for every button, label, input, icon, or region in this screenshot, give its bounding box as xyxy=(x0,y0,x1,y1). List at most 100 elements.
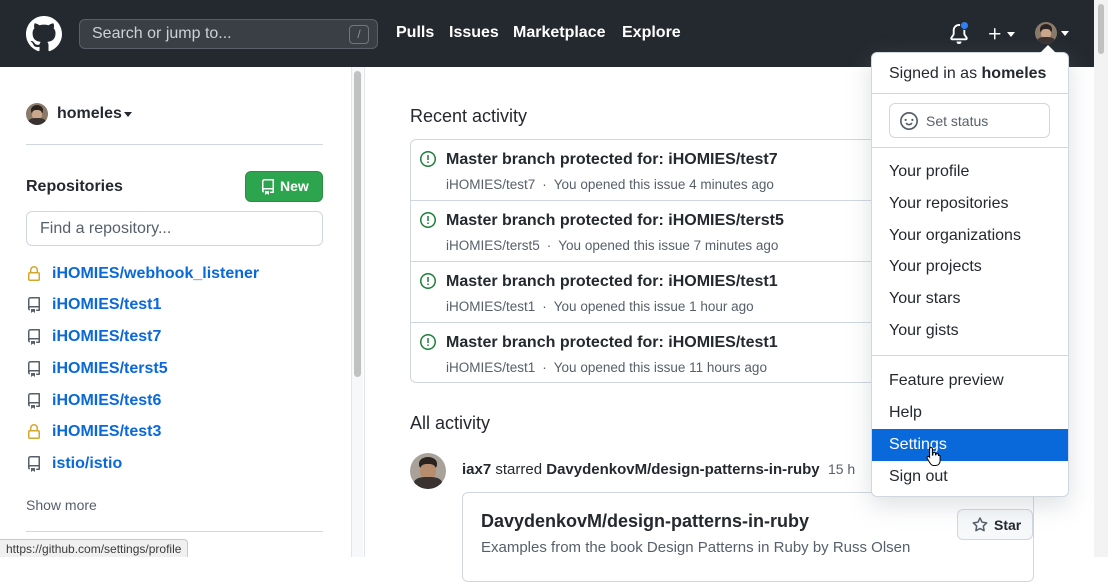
menu-item-label: Your organizations xyxy=(889,227,1021,244)
show-more-link[interactable]: Show more xyxy=(26,497,97,513)
activity-title[interactable]: Master branch protected for: iHOMIES/tes… xyxy=(446,273,778,291)
chevron-down-icon xyxy=(1061,31,1069,36)
menu-item-your-repositories[interactable]: Your repositories xyxy=(872,188,1068,220)
activity-time: You opened this issue 1 hour ago xyxy=(553,299,754,314)
activity-title[interactable]: Master branch protected for: iHOMIES/ter… xyxy=(446,212,784,230)
scrollbar-thumb[interactable] xyxy=(1098,4,1104,54)
repo-link[interactable]: iHOMIES/webhook_listener xyxy=(52,265,259,283)
repo-link[interactable]: iHOMIES/test7 xyxy=(52,328,161,346)
dropdown-caret xyxy=(1040,45,1056,53)
issue-opened-icon xyxy=(420,273,436,289)
set-status-button[interactable]: Set status xyxy=(889,103,1050,138)
star-icon xyxy=(972,517,988,532)
menu-item-label: Your profile xyxy=(889,163,970,180)
menu-item-your-gists[interactable]: Your gists xyxy=(872,315,1068,347)
recent-activity-heading: Recent activity xyxy=(410,106,528,126)
star-button[interactable]: Star xyxy=(957,509,1033,540)
activity-time: You opened this issue 7 minutes ago xyxy=(558,238,779,253)
star-label: Star xyxy=(994,517,1022,533)
repo-link[interactable]: iHOMIES/test3 xyxy=(52,423,161,441)
list-item[interactable]: Master branch protected for: iHOMIES/ter… xyxy=(411,201,911,262)
repo-icon xyxy=(27,329,40,345)
repo-icon xyxy=(27,297,40,313)
repo-link[interactable]: iHOMIES/test1 xyxy=(52,296,161,314)
repo-card-title[interactable]: DavydenkovM/design-patterns-in-ruby xyxy=(481,511,809,532)
feed-action: starred xyxy=(495,461,543,478)
notifications-button[interactable] xyxy=(948,21,970,44)
activity-meta: iHOMIES/test7 · You opened this issue 4 mi… xyxy=(446,177,774,192)
nav-pulls[interactable]: Pulls xyxy=(396,24,434,42)
divider xyxy=(26,531,323,532)
menu-item-settings[interactable]: Settings xyxy=(872,429,1068,461)
menu-item-your-profile[interactable]: Your profile xyxy=(872,156,1068,188)
repo-icon xyxy=(27,393,40,409)
activity-meta: iHOMIES/test1 · You opened this issue 1 ho… xyxy=(446,299,754,314)
meta-separator: · xyxy=(546,238,552,253)
user-dropdown-menu: Signed in as homeles Set status Your pro… xyxy=(871,45,1069,497)
account-username: homeles xyxy=(57,105,122,122)
menu-item-label: Your stars xyxy=(889,290,961,307)
divider xyxy=(872,147,1068,148)
menu-item-your-projects[interactable]: Your projects xyxy=(872,251,1068,283)
avatar xyxy=(1035,22,1057,44)
activity-repo[interactable]: iHOMIES/test1 xyxy=(446,299,535,314)
meta-separator: · xyxy=(542,360,547,375)
activity-repo[interactable]: iHOMIES/test7 xyxy=(446,177,535,192)
sidebar: homeles Repositories New iHOMIES/webhook… xyxy=(0,67,350,557)
menu-item-feature-preview[interactable]: Feature preview xyxy=(872,365,1068,397)
list-item[interactable]: Master branch protected for: iHOMIES/tes… xyxy=(411,262,911,323)
plus-icon xyxy=(989,28,1001,40)
menu-item-sign-out[interactable]: Sign out xyxy=(872,461,1068,493)
repo-link[interactable]: istio/istio xyxy=(52,455,122,473)
notification-dot xyxy=(960,21,969,30)
new-repository-button[interactable]: New xyxy=(245,171,323,202)
scrollbar-thumb[interactable] xyxy=(354,71,361,377)
signed-in-username[interactable]: homeles xyxy=(982,65,1047,82)
meta-separator: · xyxy=(542,299,547,314)
new-button-label: New xyxy=(280,178,309,194)
find-repository-input[interactable] xyxy=(26,211,323,246)
smiley-icon xyxy=(900,112,918,130)
issue-opened-icon xyxy=(420,151,436,167)
list-item[interactable]: Master branch protected for: iHOMIES/tes… xyxy=(411,140,911,201)
actor-avatar[interactable] xyxy=(410,453,446,489)
search-box[interactable]: / xyxy=(79,19,378,49)
nav-explore[interactable]: Explore xyxy=(622,24,681,42)
chevron-down-icon xyxy=(124,112,132,117)
github-logo-icon[interactable] xyxy=(26,16,62,52)
menu-item-help[interactable]: Help xyxy=(872,397,1068,429)
activity-repo[interactable]: iHOMIES/terst5 xyxy=(446,238,540,253)
repo-card: DavydenkovM/design-patterns-in-ruby Exam… xyxy=(462,492,1034,582)
nav-marketplace[interactable]: Marketplace xyxy=(513,24,606,42)
target-repo-link[interactable]: DavydenkovM/design-patterns-in-ruby xyxy=(546,461,819,478)
repo-link[interactable]: iHOMIES/terst5 xyxy=(52,360,168,378)
activity-repo[interactable]: iHOMIES/test1 xyxy=(446,360,535,375)
recent-activity-list: Master branch protected for: iHOMIES/tes… xyxy=(410,139,911,384)
activity-title[interactable]: Master branch protected for: iHOMIES/tes… xyxy=(446,334,778,352)
page-scrollbar[interactable] xyxy=(1094,0,1108,557)
meta-separator: · xyxy=(542,177,547,192)
feed-time: 15 h xyxy=(827,461,856,477)
repo-link[interactable]: iHOMIES/test6 xyxy=(52,392,161,410)
all-activity-heading: All activity xyxy=(410,413,491,433)
search-input[interactable] xyxy=(92,24,342,44)
nav-issues[interactable]: Issues xyxy=(449,24,499,42)
sidebar-scrollbar[interactable] xyxy=(351,67,363,557)
actor-link[interactable]: iax7 xyxy=(462,461,491,478)
create-new-button[interactable] xyxy=(986,24,1018,44)
menu-item-your-stars[interactable]: Your stars xyxy=(872,283,1068,315)
hand-pointer-cursor-icon xyxy=(926,446,941,466)
menu-item-label: Sign out xyxy=(889,468,948,485)
lock-icon xyxy=(28,424,40,439)
activity-meta: iHOMIES/test1 · You opened this issue 11 h… xyxy=(446,360,767,375)
divider xyxy=(26,144,323,145)
activity-title[interactable]: Master branch protected for: iHOMIES/tes… xyxy=(446,151,778,169)
signed-in-prefix: Signed in as xyxy=(889,65,978,82)
menu-item-your-organizations[interactable]: Your organizations xyxy=(872,220,1068,252)
list-item[interactable]: Master branch protected for: iHOMIES/tes… xyxy=(411,323,911,384)
repo-icon xyxy=(27,361,40,377)
user-menu-button[interactable] xyxy=(1035,22,1071,46)
signed-in-as: Signed in as homeles xyxy=(889,65,1046,83)
menu-item-label: Your projects xyxy=(889,258,982,275)
issue-opened-icon xyxy=(420,334,436,350)
